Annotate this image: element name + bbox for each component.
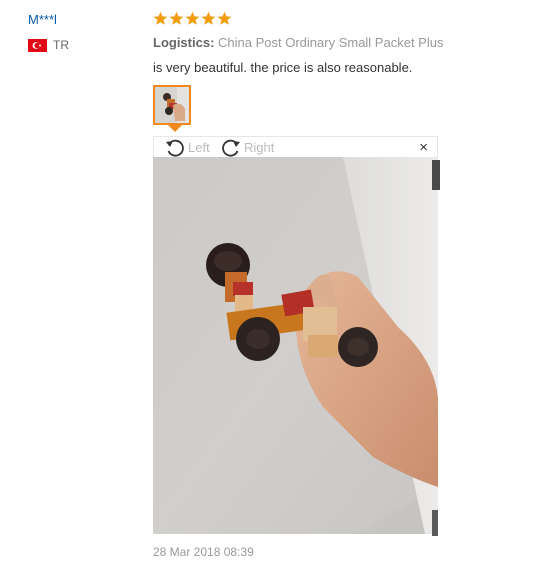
rating-stars bbox=[153, 11, 232, 26]
rotate-left-icon bbox=[166, 139, 184, 157]
image-viewer-toolbar: Left Right × bbox=[153, 136, 438, 157]
thumbnail-pointer bbox=[168, 125, 182, 132]
page-edge-shadow bbox=[432, 160, 440, 190]
star-icon bbox=[185, 11, 200, 25]
review-photo-thumbnail[interactable] bbox=[153, 85, 191, 125]
rotate-left-label: Left bbox=[188, 140, 210, 155]
review-date: 28 Mar 2018 08:39 bbox=[153, 545, 254, 559]
review-photo-large bbox=[153, 157, 438, 534]
page-edge-shadow bbox=[432, 510, 438, 536]
turkey-flag-icon bbox=[28, 38, 47, 52]
rotate-right-icon bbox=[222, 139, 240, 157]
close-icon: × bbox=[419, 139, 428, 156]
close-viewer-button[interactable]: × bbox=[419, 139, 428, 156]
reviewer-country: TR bbox=[28, 38, 69, 52]
rotate-right-button[interactable]: Right bbox=[220, 137, 274, 158]
star-icon bbox=[201, 11, 216, 25]
review-comment: is very beautiful. the price is also rea… bbox=[153, 60, 413, 75]
logistics-info: Logistics: China Post Ordinary Small Pac… bbox=[153, 35, 443, 50]
star-icon bbox=[217, 11, 232, 25]
rotate-right-label: Right bbox=[244, 140, 275, 155]
rotate-left-button[interactable]: Left bbox=[164, 137, 210, 158]
logistics-value: China Post Ordinary Small Packet Plus bbox=[218, 35, 444, 50]
star-icon bbox=[153, 11, 168, 25]
logistics-label: Logistics: bbox=[153, 35, 215, 50]
star-icon bbox=[169, 11, 184, 25]
reviewer-name[interactable]: M***l bbox=[28, 12, 57, 27]
country-code: TR bbox=[53, 38, 69, 52]
